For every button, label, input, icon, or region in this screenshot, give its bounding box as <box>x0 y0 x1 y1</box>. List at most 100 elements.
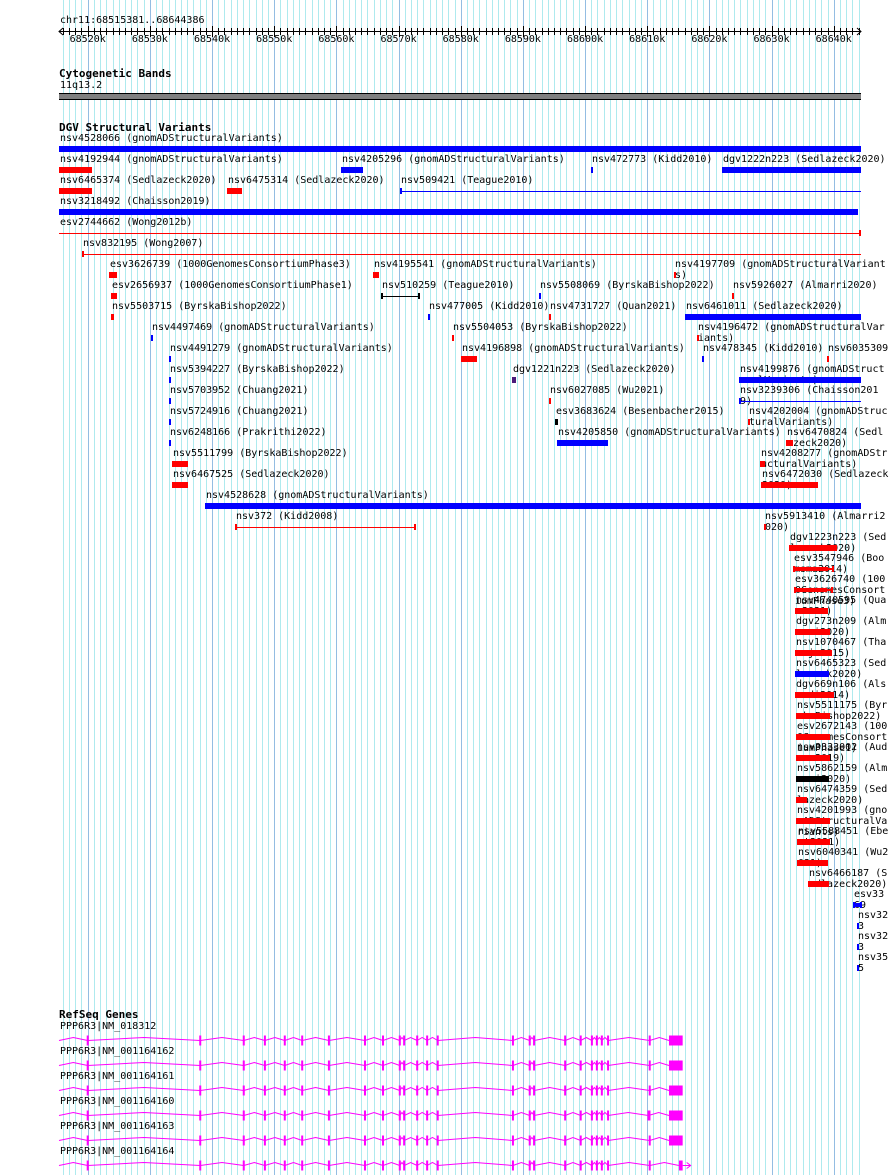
sv-feature-label[interactable]: dgv1222n223 (Sedlazeck2020) <box>723 154 886 165</box>
sv-feature-cap[interactable] <box>857 923 859 929</box>
sv-feature-cap[interactable] <box>82 251 84 257</box>
sv-feature-bar[interactable] <box>59 146 861 152</box>
sv-feature-label[interactable]: nsv4528066 (gnomADStructuralVariants) <box>60 133 283 144</box>
transcript-label[interactable]: PPP6R3|NM_001164160 <box>60 1096 174 1107</box>
sv-feature-bar[interactable] <box>789 545 837 551</box>
sv-feature-label[interactable]: nsv6474359 (Sedlazeck2020) <box>797 784 889 806</box>
sv-feature-label[interactable]: nsv6248166 (Prakrithi2022) <box>170 427 327 438</box>
sv-feature-bar[interactable] <box>59 209 858 215</box>
sv-feature-bar[interactable] <box>739 377 861 383</box>
sv-feature-bar[interactable] <box>512 377 516 383</box>
sv-feature-label[interactable]: nsv4196472 (gnomADStructuralVariants) <box>698 322 889 344</box>
sv-feature-label[interactable]: nsv6470824 (Sedlazeck2020) <box>787 427 889 449</box>
sv-feature-bar[interactable] <box>786 440 793 446</box>
sv-feature-label[interactable]: nsv472773 (Kidd2010) <box>592 154 712 165</box>
sv-feature-label[interactable]: nsv5511799 (ByrskaBishop2022) <box>173 448 348 459</box>
sv-feature-bar[interactable] <box>227 188 242 194</box>
sv-feature-bar[interactable] <box>722 167 861 173</box>
sv-feature-label[interactable]: nsv6465374 (Sedlazeck2020) <box>60 175 217 186</box>
sv-feature-label[interactable]: nsv5394227 (ByrskaBishop2022) <box>170 364 345 375</box>
sv-feature-bar[interactable] <box>796 588 827 592</box>
sv-feature-bar[interactable] <box>591 167 593 173</box>
sv-feature-bar[interactable] <box>797 839 830 845</box>
sv-feature-label[interactable]: nsv5703952 (Chuang2021) <box>170 385 308 396</box>
sv-feature-label[interactable]: nsv372 (Kidd2008) <box>236 511 338 522</box>
sv-feature-cap[interactable] <box>414 524 416 530</box>
sv-feature-cap[interactable] <box>235 524 237 530</box>
sv-feature-bar[interactable] <box>796 734 830 740</box>
sv-feature-label[interactable]: nsv5508069 (ByrskaBishop2022) <box>540 280 715 291</box>
sv-feature-cap[interactable] <box>832 566 834 572</box>
sv-feature-bar[interactable] <box>111 314 114 320</box>
sv-feature-label[interactable]: nsv6467525 (Sedlazeck2020) <box>173 469 330 480</box>
sv-feature-bar[interactable] <box>797 860 828 866</box>
sv-feature-label[interactable]: nsv478345 (Kidd2010) <box>703 343 823 354</box>
sv-feature-label[interactable]: nsv4205850 (gnomADStructuralVariants) <box>558 427 781 438</box>
sv-feature-bar[interactable] <box>557 440 608 446</box>
sv-feature-label[interactable]: nsv4195541 (gnomADStructuralVariants) <box>374 259 597 270</box>
sv-feature-bar[interactable] <box>169 440 171 446</box>
sv-feature-bar[interactable] <box>796 776 829 782</box>
sv-feature-bar[interactable] <box>169 356 171 362</box>
sv-feature-bar[interactable] <box>827 356 829 362</box>
sv-feature-label[interactable]: nsv4192944 (gnomADStructuralVariants) <box>60 154 283 165</box>
sv-feature-bar[interactable] <box>59 188 92 194</box>
sv-feature-bar[interactable] <box>855 903 862 907</box>
sv-feature-label[interactable]: esv2744662 (Wong2012b) <box>60 217 192 228</box>
sv-feature-cap[interactable] <box>400 188 402 194</box>
sv-feature-label[interactable]: nsv323 <box>858 931 889 953</box>
sv-feature-bar[interactable] <box>685 314 861 320</box>
sv-feature-line[interactable] <box>82 254 861 255</box>
sv-feature-label[interactable]: nsv4197709 (gnomADStructuralVariants) <box>675 259 889 281</box>
sv-feature-bar[interactable] <box>795 629 830 635</box>
sv-feature-label[interactable]: nsv5503715 (ByrskaBishop2022) <box>112 301 287 312</box>
cytoband-bar[interactable] <box>59 93 861 100</box>
sv-feature-label[interactable]: nsv4208277 (gnomADStructuralVariants) <box>761 448 889 470</box>
sv-feature-bar[interactable] <box>796 713 830 719</box>
sv-feature-label[interactable]: nsv477005 (Kidd2010) <box>429 301 549 312</box>
sv-feature-bar[interactable] <box>555 419 558 425</box>
sv-feature-bar[interactable] <box>59 167 92 173</box>
sv-feature-bar[interactable] <box>702 356 704 362</box>
sv-feature-bar[interactable] <box>796 755 830 761</box>
sv-feature-label[interactable]: nsv4196898 (gnomADStructuralVariants) <box>462 343 685 354</box>
sv-feature-label[interactable]: nsv4528628 (gnomADStructuralVariants) <box>206 490 429 501</box>
transcript-model[interactable] <box>0 1157 890 1173</box>
transcript-label[interactable]: PPP6R3|NM_018312 <box>60 1021 156 1032</box>
sv-feature-line[interactable] <box>235 527 416 528</box>
sv-feature-bar[interactable] <box>796 818 830 824</box>
sv-feature-label[interactable]: nsv355 <box>858 952 889 974</box>
sv-feature-label[interactable]: nsv6035309 <box>828 343 888 354</box>
sv-feature-bar[interactable] <box>452 335 454 341</box>
sv-feature-bar[interactable] <box>732 293 734 299</box>
sv-feature-label[interactable]: nsv4731727 (Quan2021) <box>550 301 676 312</box>
transcript-label[interactable]: PPP6R3|NM_001164163 <box>60 1121 174 1132</box>
sv-feature-label[interactable]: nsv4497469 (gnomADStructuralVariants) <box>152 322 375 333</box>
sv-feature-bar[interactable] <box>795 650 832 656</box>
sv-feature-bar[interactable] <box>151 335 153 341</box>
sv-feature-line[interactable] <box>400 191 861 192</box>
sv-feature-bar[interactable] <box>549 314 551 320</box>
sv-feature-label[interactable]: nsv3218492 (Chaisson2019) <box>60 196 211 207</box>
sv-feature-bar[interactable] <box>795 608 828 614</box>
sv-feature-bar[interactable] <box>169 377 171 383</box>
sv-feature-bar[interactable] <box>857 965 859 971</box>
sv-feature-label[interactable]: nsv4491279 (gnomADStructuralVariants) <box>170 343 393 354</box>
sv-feature-label[interactable]: esv2656937 (1000GenomesConsortiumPhase1) <box>112 280 353 291</box>
transcript-label[interactable]: PPP6R3|NM_001164161 <box>60 1071 174 1082</box>
sv-feature-label[interactable]: nsv3239306 (Chaisson2019) <box>740 385 889 407</box>
sv-feature-bar[interactable] <box>428 314 430 320</box>
sv-feature-bar[interactable] <box>796 797 807 803</box>
sv-feature-label[interactable]: nsv6475314 (Sedlazeck2020) <box>228 175 385 186</box>
cytoband-label[interactable]: 11q13.2 <box>60 80 102 91</box>
sv-feature-bar[interactable] <box>169 398 171 404</box>
sv-feature-label[interactable]: nsv323 <box>858 910 889 932</box>
sv-feature-label[interactable]: nsv832195 (Wong2007) <box>83 238 203 249</box>
sv-feature-bar[interactable] <box>373 272 379 278</box>
sv-feature-bar[interactable] <box>760 461 765 467</box>
transcript-label[interactable]: PPP6R3|NM_001164162 <box>60 1046 174 1057</box>
sv-feature-bar[interactable] <box>761 482 818 488</box>
sv-feature-line[interactable] <box>739 401 861 402</box>
sv-feature-label[interactable]: nsv5926027 (Almarri2020) <box>733 280 878 291</box>
sv-feature-cap[interactable] <box>418 293 420 299</box>
